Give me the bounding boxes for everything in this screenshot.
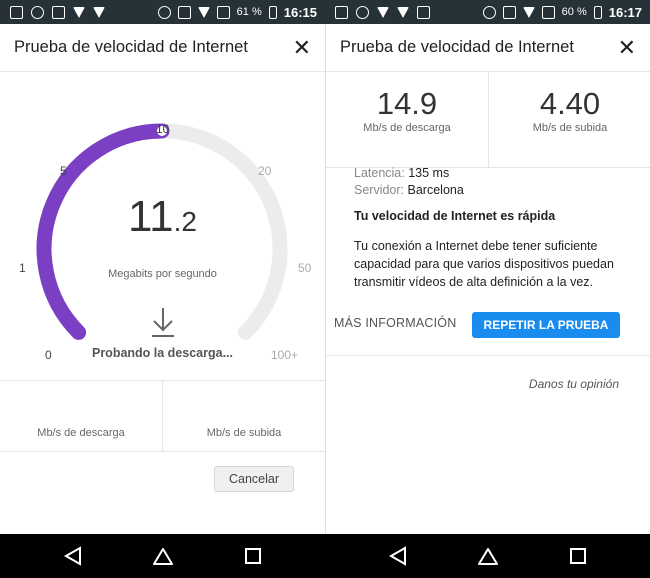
battery-level: 60 % xyxy=(561,6,587,18)
battery-icon xyxy=(593,5,602,19)
current-speed-dec: .2 xyxy=(173,206,198,237)
action-row: MÁS INFORMACIÓN REPETIR LA PRUEBA xyxy=(326,312,650,338)
speed-test-running-panel: Prueba de velocidad de Internet ✕ 0 1 5 … xyxy=(0,24,325,534)
results-row: Mb/s de descarga Mb/s de subida xyxy=(0,380,325,452)
home-icon[interactable] xyxy=(477,546,499,566)
more-info-button[interactable]: MÁS INFORMACIÓN xyxy=(334,316,456,330)
speed-gauge: 0 1 5 10 20 50 100+ 11.2 Megabits por se… xyxy=(0,72,325,380)
wifi-icon xyxy=(522,6,535,18)
notification-icon xyxy=(356,5,369,19)
data-saver-icon xyxy=(482,5,496,19)
speed-test-results-panel: Prueba de velocidad de Internet ✕ 14.9 M… xyxy=(325,24,650,534)
speed-verdict: Tu velocidad de Internet es rápida xyxy=(354,209,556,223)
screen: 61 % 16:15 60 % 16:17 Prueba de velocida… xyxy=(0,0,650,578)
battery-level: 61 % xyxy=(236,6,262,18)
notification-icon xyxy=(10,5,23,19)
speed-unit: Megabits por segundo xyxy=(108,268,217,280)
latency-row: Latencia: 135 ms xyxy=(354,166,644,180)
dialog-header: Prueba de velocidad de Internet ✕ xyxy=(326,24,650,72)
play-store-icon xyxy=(397,6,409,18)
wifi-icon xyxy=(197,6,210,18)
upload-result: Mb/s de subida xyxy=(162,381,325,451)
current-speed: 11.2 xyxy=(0,192,325,242)
dialog-header: Prueba de velocidad de Internet ✕ xyxy=(0,24,325,72)
gauge-tick-label: 5 xyxy=(60,164,67,178)
gauge-tick-label: 10 xyxy=(156,122,170,136)
no-signal-icon xyxy=(216,5,230,19)
gauge-tick-label: 20 xyxy=(258,164,272,178)
gallery-icon xyxy=(417,5,430,19)
gallery-icon xyxy=(52,5,65,19)
home-icon[interactable] xyxy=(152,546,174,566)
download-icon xyxy=(73,6,85,18)
close-icon[interactable]: ✕ xyxy=(618,35,636,61)
server-key: Servidor: xyxy=(354,183,405,197)
repeat-test-button[interactable]: REPETIR LA PRUEBA xyxy=(472,312,620,338)
test-status: Probando la descarga... xyxy=(91,346,233,360)
dialog-title: Prueba de velocidad de Internet xyxy=(14,38,248,56)
download-value: 14.9 xyxy=(376,86,438,121)
battery-icon xyxy=(268,5,277,19)
latency-key: Latencia: xyxy=(354,166,405,180)
no-signal-icon xyxy=(541,5,555,19)
results-row: 14.9 Mb/s de descarga 4.40 Mb/s de subid… xyxy=(326,72,650,168)
notification-icon xyxy=(335,5,348,19)
status-bar-left: 61 % 16:15 xyxy=(0,0,325,24)
server-value: Barcelona xyxy=(407,183,464,197)
server-row: Servidor: Barcelona xyxy=(354,183,644,197)
clock: 16:15 xyxy=(283,4,317,20)
upload-label: Mb/s de subida xyxy=(532,122,608,134)
download-icon xyxy=(377,6,389,18)
upload-result: 4.40 Mb/s de subida xyxy=(488,72,650,167)
vibrate-icon xyxy=(177,5,191,19)
speed-description: Tu conexión a Internet debe tener sufici… xyxy=(354,239,614,289)
result-details: Latencia: 135 ms Servidor: Barcelona Tu … xyxy=(354,166,644,291)
play-store-icon xyxy=(93,6,105,18)
download-arrow-icon xyxy=(152,308,174,337)
close-icon[interactable]: ✕ xyxy=(293,35,311,61)
current-speed-int: 11 xyxy=(127,192,174,241)
back-icon[interactable] xyxy=(387,546,409,566)
status-bar-right: 60 % 16:17 xyxy=(325,0,650,24)
recents-icon[interactable] xyxy=(242,546,264,566)
cancel-button[interactable]: Cancelar xyxy=(214,466,294,492)
latency-value: 135 ms xyxy=(408,166,450,180)
divider xyxy=(326,355,650,356)
download-result: 14.9 Mb/s de descarga xyxy=(326,72,488,167)
upload-value: 4.40 xyxy=(539,86,601,121)
download-result: Mb/s de descarga xyxy=(0,381,162,451)
recents-icon[interactable] xyxy=(567,546,589,566)
vibrate-icon xyxy=(502,5,516,19)
navigation-bar xyxy=(0,534,650,578)
clock: 16:17 xyxy=(608,4,642,20)
feedback-link[interactable]: Danos tu opinión xyxy=(529,377,619,391)
data-saver-icon xyxy=(157,5,171,19)
notification-icon xyxy=(31,5,44,19)
dialog-title: Prueba de velocidad de Internet xyxy=(340,38,574,56)
download-label: Mb/s de descarga xyxy=(363,122,451,134)
back-icon[interactable] xyxy=(62,546,84,566)
upload-label: Mb/s de subida xyxy=(206,427,282,439)
download-label: Mb/s de descarga xyxy=(37,427,125,439)
